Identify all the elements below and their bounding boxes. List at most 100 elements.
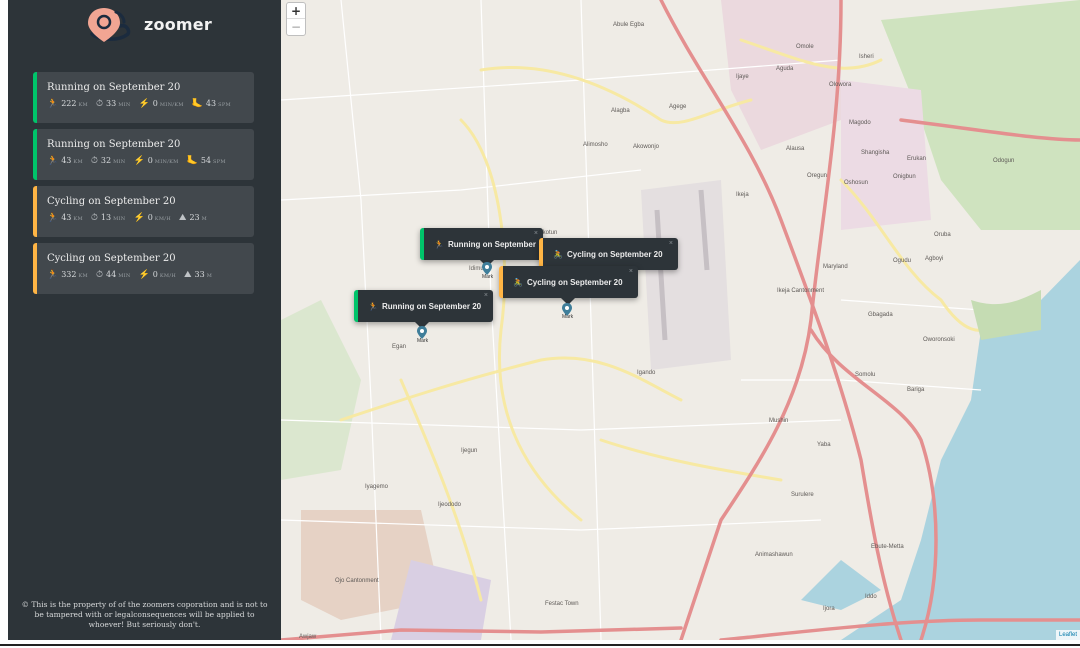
place-label: Alimosho: [583, 142, 608, 148]
workout-title: Cycling on September 20: [47, 196, 176, 207]
popup-close-button[interactable]: ×: [669, 240, 673, 247]
workout-unit: km/h: [159, 273, 176, 279]
workout-item[interactable]: Running on September 20 🏃 222 km ⏱ 33 min ⚡ 0…: [33, 72, 254, 123]
map-pin-icon: [88, 8, 131, 42]
place-label: Alausa: [786, 146, 805, 152]
workout-distance: 222: [61, 99, 77, 108]
place-label: Alagba: [611, 108, 630, 114]
copyright-footer: © This is the property of of the zoomers…: [21, 600, 268, 629]
workout-unit: spm: [213, 159, 226, 165]
place-label: Ikeja: [736, 192, 749, 198]
clock-icon: ⏱: [95, 270, 103, 280]
place-label: Olowora: [829, 82, 852, 88]
airport: [641, 180, 731, 370]
map-attribution[interactable]: Leaflet: [1055, 630, 1080, 640]
place-label: Ijeododo: [438, 502, 462, 508]
place-label: Oworonsoki: [923, 337, 955, 343]
marker-label: Mark: [417, 338, 429, 344]
footprint-icon: 🦶: [191, 99, 203, 109]
place-label: Shangisha: [861, 150, 890, 156]
popup-close-button[interactable]: ×: [534, 230, 538, 237]
workout-popup[interactable]: 🏃 Running on September 20 ×: [354, 290, 493, 322]
workout-pace: 0: [152, 99, 158, 108]
water: [801, 560, 881, 610]
green-area: [281, 300, 361, 480]
workout-item[interactable]: Cycling on September 20 🏃 332 km ⏱ 44 min ⚡ 0…: [33, 243, 254, 294]
clock-icon: ⏱: [90, 213, 98, 223]
workout-cadence: 43: [205, 99, 217, 108]
place-label: Akowonjo: [633, 144, 660, 150]
window-bottom-line: [0, 644, 1080, 646]
workout-distance: 43: [61, 213, 72, 222]
place-label: Ijaye: [736, 74, 749, 80]
workout-unit: min: [113, 216, 126, 222]
place-label: Agboyi: [925, 256, 943, 262]
workout-duration: 44: [106, 270, 117, 279]
place-label: Isheri: [859, 54, 874, 60]
workout-popup[interactable]: 🏃 Running on September ×: [420, 228, 543, 260]
workout-speed: 0: [152, 270, 158, 279]
workout-elevation: 23: [189, 213, 200, 222]
place-label: Ogudu: [893, 258, 911, 264]
place-label: Ebute-Metta: [871, 544, 904, 550]
workout-unit: m: [201, 216, 208, 222]
workout-duration: 33: [106, 99, 117, 108]
place-label: Erukan: [907, 156, 926, 162]
workout-unit: km: [73, 159, 83, 165]
workout-item[interactable]: Cycling on September 20 🏃 43 km ⏱ 13 min ⚡ 0 k…: [33, 186, 254, 237]
workout-pace: 0: [147, 156, 153, 165]
marker-label: Mark: [482, 274, 494, 280]
place-label: Iddo: [865, 594, 877, 600]
place-label: Ikotun: [541, 230, 557, 236]
workout-popup[interactable]: 🚴 Cycling on September 20 ×: [499, 266, 638, 298]
workout-unit: km: [73, 216, 83, 222]
place-label: Yaba: [817, 442, 831, 448]
zoom-out-button[interactable]: −: [287, 19, 305, 35]
workout-unit: spm: [218, 102, 231, 108]
mountain-icon: ⛰: [178, 213, 187, 223]
cyclist-icon: 🚴: [553, 249, 563, 259]
workout-distance: 332: [61, 270, 77, 279]
zoom-control: + −: [286, 2, 306, 36]
workout-duration: 13: [100, 213, 112, 222]
popup-close-button[interactable]: ×: [484, 292, 488, 299]
place-label: Ijora: [823, 606, 835, 612]
runner-icon: 🏃: [47, 99, 59, 109]
popup-title: Cycling on September 20: [526, 277, 623, 287]
clock-icon: ⏱: [90, 156, 98, 166]
place-label: Ijegun: [461, 448, 477, 454]
workout-item[interactable]: Running on September 20 🏃 43 km ⏱ 32 min ⚡ 0 m…: [33, 129, 254, 180]
workout-unit: min: [118, 273, 131, 279]
popup-title: Running on September 20: [381, 301, 482, 311]
place-label: Gbagada: [868, 312, 893, 318]
lightning-icon: ⚡: [133, 156, 145, 166]
runner-icon: 🏃: [47, 270, 59, 280]
place-label: Festac Town: [545, 601, 579, 607]
place-label: Oruba: [934, 232, 951, 238]
place-label: Ojo Cantonment: [335, 578, 379, 584]
workout-unit: km: [78, 273, 88, 279]
place-label: Agege: [669, 104, 687, 110]
zoom-in-button[interactable]: +: [287, 3, 305, 19]
lightning-icon: ⚡: [138, 270, 150, 280]
runner-icon: 🏃: [434, 239, 444, 249]
workout-unit: min/km: [154, 159, 179, 165]
map[interactable]: Abule Egba Omole Isheri Aguda Ijaye Olow…: [281, 0, 1080, 640]
logo: zoomer: [84, 4, 212, 44]
workout-title: Running on September 20: [47, 82, 181, 93]
place-label: Oshosun: [844, 180, 868, 186]
place-label: Igando: [637, 370, 656, 376]
place-label: Surulere: [791, 492, 814, 498]
place-label: Oregun: [807, 173, 827, 179]
lightning-icon: ⚡: [138, 99, 150, 109]
workout-list: Running on September 20 🏃 222 km ⏱ 33 min ⚡ 0…: [33, 72, 254, 300]
workout-unit: km/h: [154, 216, 171, 222]
app-name: zoomer: [144, 14, 212, 34]
mountain-icon: ⛰: [183, 270, 192, 280]
place-label: Abule Egba: [613, 22, 645, 28]
popup-close-button[interactable]: ×: [629, 268, 633, 275]
workout-title: Running on September 20: [47, 139, 181, 150]
workout-elevation: 33: [194, 270, 205, 279]
place-label: Onigbun: [893, 174, 916, 180]
footprint-icon: 🦶: [186, 156, 198, 166]
